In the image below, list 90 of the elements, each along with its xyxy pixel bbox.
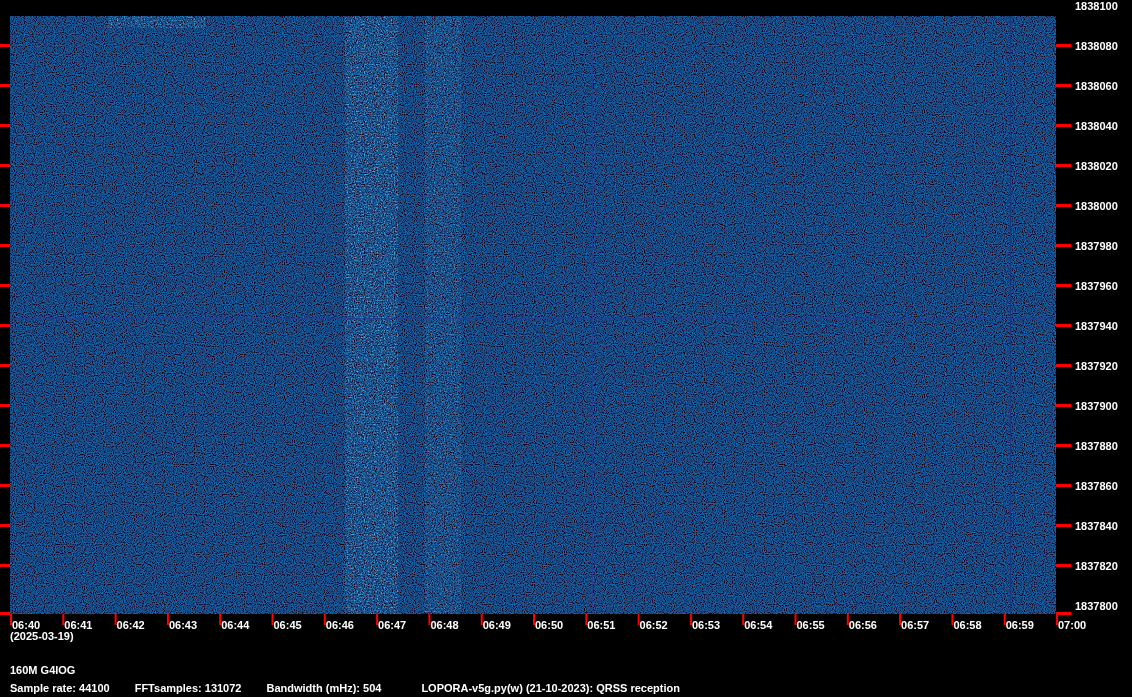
tick-mark [689, 614, 692, 625]
time-label: 06:54 [744, 619, 773, 631]
tick-mark [428, 614, 431, 625]
tick-mark [0, 564, 10, 567]
tick-mark [1056, 564, 1071, 567]
tick-mark [166, 614, 169, 625]
info-text: Sample rate: 44100 [10, 681, 110, 696]
time-label: 06:40 [12, 619, 41, 631]
tick-mark [219, 614, 222, 625]
tick-mark [0, 444, 10, 447]
time-label: 06:50 [535, 619, 564, 631]
time-label: 06:53 [691, 619, 721, 631]
tick-mark [742, 614, 745, 625]
tick-mark [376, 614, 379, 625]
time-label: 06:47 [378, 619, 407, 631]
frequency-label: 1837820 [1075, 560, 1118, 572]
time-label: 07:00 [1058, 619, 1087, 631]
frequency-label: 1838080 [1075, 40, 1118, 52]
tick-mark [0, 524, 10, 527]
frequency-label: 1838060 [1075, 80, 1118, 92]
time-label: 06:51 [587, 619, 616, 631]
time-label: 06:57 [901, 619, 930, 631]
tick-mark [0, 84, 10, 87]
frequency-label: 1837900 [1075, 400, 1118, 412]
time-label: 06:44 [221, 619, 250, 631]
tick-mark [1056, 364, 1071, 367]
frequency-label: 1837860 [1075, 480, 1118, 492]
tick-mark [1056, 124, 1071, 127]
tick-mark [1056, 84, 1071, 87]
tick-mark [1003, 614, 1006, 625]
time-label: 06:52 [639, 619, 668, 631]
tick-mark [480, 614, 483, 625]
tick-mark [323, 614, 326, 625]
tick-mark [899, 614, 902, 625]
frequency-label: 1837940 [1075, 320, 1118, 332]
tick-mark [0, 484, 10, 487]
tick-mark [637, 614, 640, 625]
time-label: 06:48 [430, 619, 459, 631]
tick-mark [585, 614, 588, 625]
frequency-label: 1837840 [1075, 520, 1118, 532]
time-label: 06:49 [482, 619, 511, 631]
info-text: Bandwidth (mHz): 504 [266, 681, 382, 696]
tick-mark [794, 614, 797, 625]
time-label: 06:45 [273, 619, 302, 631]
frequency-label: 1837980 [1075, 240, 1118, 252]
frequency-label: 1838000 [1075, 200, 1118, 212]
time-label: 06:42 [116, 619, 145, 631]
time-label: 06:46 [325, 619, 354, 631]
tick-mark [0, 364, 10, 367]
info-text: FFTsamples: 131072 [134, 681, 242, 696]
tick-mark [0, 324, 10, 327]
time-label: 06:56 [848, 619, 877, 631]
time-label: 06:41 [64, 619, 93, 631]
tick-mark [1056, 204, 1071, 207]
time-label: 06:59 [1005, 619, 1034, 631]
tick-mark [114, 614, 117, 625]
frequency-label: 1837800 [1075, 600, 1118, 612]
time-label: 06:43 [168, 619, 198, 631]
tick-mark [1056, 284, 1071, 287]
tick-mark [0, 204, 10, 207]
tick-mark [1056, 324, 1071, 327]
tick-mark [1056, 244, 1071, 247]
tick-mark [533, 614, 535, 625]
time-label: 06:55 [796, 619, 825, 631]
tick-mark [0, 244, 10, 247]
tick-mark [1056, 404, 1071, 407]
tick-mark [271, 614, 274, 625]
tick-mark [0, 124, 10, 127]
tick-mark [1056, 44, 1071, 47]
frequency-label: 1837920 [1075, 360, 1118, 372]
info-text: LOPORA-v5g.py(w) (21-10-2023): QRSS reception [421, 681, 680, 696]
frequency-label: 1838100 [1075, 0, 1118, 12]
tick-mark [1056, 444, 1071, 447]
date-label: (2025-03-19) [10, 630, 74, 642]
tick-mark [0, 404, 10, 407]
tick-mark [1056, 164, 1071, 167]
tick-mark [0, 44, 10, 47]
frequency-label: 1837960 [1075, 280, 1118, 292]
tick-mark [951, 614, 954, 625]
frequency-label: 1838020 [1075, 160, 1118, 172]
tick-mark [1056, 524, 1071, 527]
frequency-label: 1838040 [1075, 120, 1118, 132]
tick-mark [0, 284, 10, 287]
station-label: 160M G4IOG [10, 664, 76, 676]
tick-mark [62, 614, 65, 625]
time-label: 06:58 [953, 619, 982, 631]
tick-mark [846, 614, 849, 625]
tick-mark [1056, 484, 1071, 487]
tick-mark [0, 164, 10, 167]
frequency-label: 1837880 [1075, 440, 1118, 452]
